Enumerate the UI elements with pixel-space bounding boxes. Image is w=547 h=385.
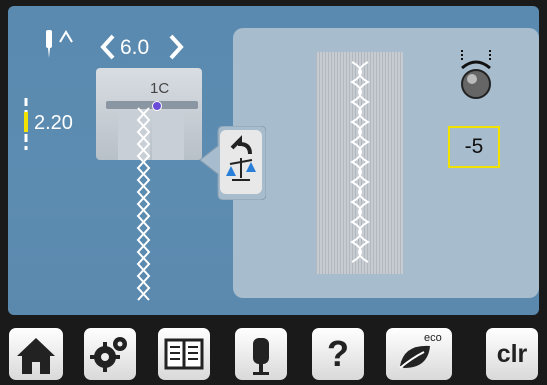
gears-icon [90, 337, 127, 372]
home-button[interactable] [9, 328, 63, 380]
sewing-machine-screen: 6.0 2.20 1C -5 ? eco clr [0, 0, 547, 385]
help-label: ? [327, 333, 349, 374]
help-button[interactable]: ? [312, 328, 364, 380]
eco-label: eco [424, 332, 442, 344]
stitch-preview-pattern [349, 61, 371, 263]
home-icon [17, 338, 55, 374]
chevron-right-icon[interactable] [168, 34, 184, 60]
bottom-toolbar: ? eco clr [0, 318, 547, 385]
balance-knob-icon [461, 50, 491, 99]
stitch-length-value: 6.0 [120, 36, 150, 59]
book-icon [164, 338, 204, 370]
tutorial-button[interactable] [158, 328, 210, 380]
eco-leaf-icon [399, 345, 430, 369]
needle-up-icon[interactable] [40, 28, 84, 60]
eco-button[interactable]: eco [386, 328, 452, 380]
needle-position-indicator [24, 98, 28, 150]
sewing-advisor-button[interactable] [235, 328, 287, 380]
mannequin-icon [253, 338, 269, 375]
clear-button[interactable]: clr [486, 328, 538, 380]
clear-label: clr [496, 340, 528, 368]
chevron-left-icon[interactable] [100, 34, 116, 60]
balance-button[interactable] [190, 126, 266, 200]
setup-button[interactable] [84, 328, 136, 380]
needle-position-value: 2.20 [34, 112, 73, 134]
balance-value-box[interactable]: -5 [448, 126, 500, 168]
